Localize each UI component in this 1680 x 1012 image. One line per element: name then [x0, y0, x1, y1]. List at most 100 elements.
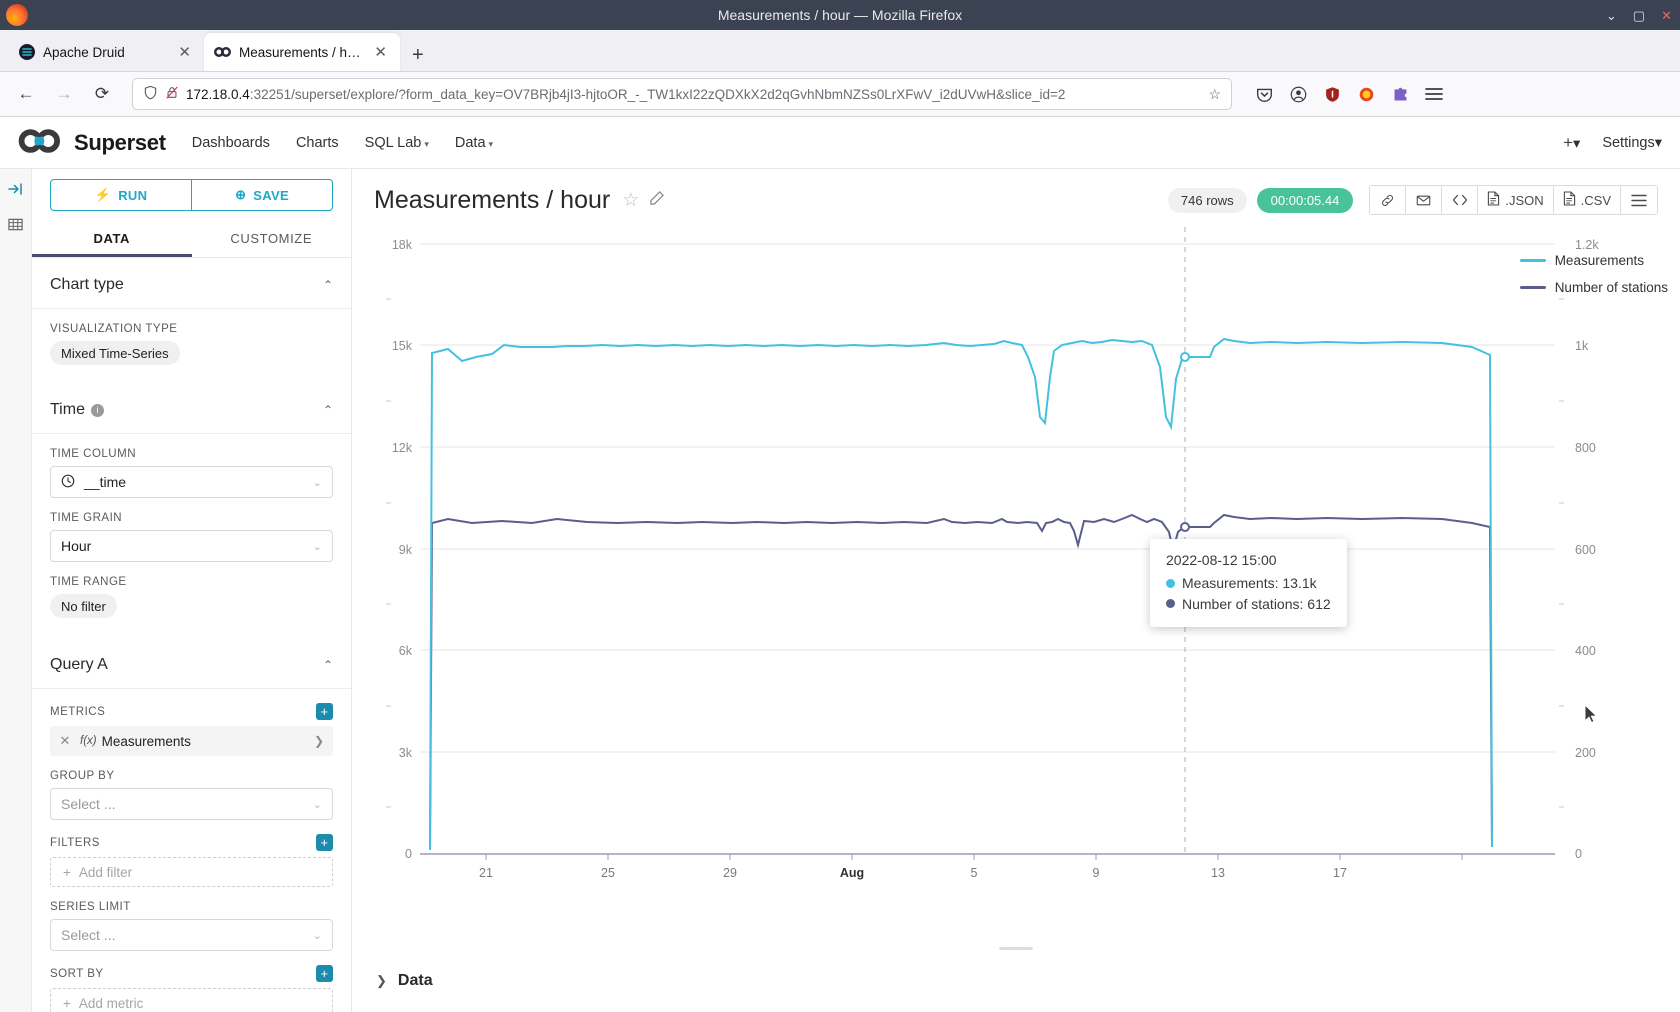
tab-close-icon[interactable]: ✕ — [371, 43, 390, 61]
time-grain-value: Hour — [61, 538, 91, 554]
group-by-select[interactable]: Select ... ⌄ — [50, 788, 333, 820]
tooltip-text-measurements: Measurements: 13.1k — [1182, 573, 1317, 593]
nav-item-dashboards[interactable]: Dashboards — [192, 135, 270, 151]
hover-point-measurements — [1181, 353, 1189, 361]
section-query-a-title: Query A — [50, 656, 108, 674]
browser-tab-label: Measurements / hour — [239, 45, 363, 60]
ublock-extension-icon[interactable] — [1320, 82, 1344, 106]
more-menu-icon[interactable] — [1621, 186, 1657, 214]
panel-tabs: DATA CUSTOMIZE — [32, 221, 351, 258]
svg-text:18k: 18k — [392, 238, 413, 252]
resize-handle[interactable] — [999, 947, 1033, 950]
mouse-cursor-icon — [1584, 704, 1598, 724]
new-tab-button[interactable]: + — [400, 45, 436, 71]
section-chart-type[interactable]: Chart type ⌃ — [32, 258, 351, 309]
save-button[interactable]: ⊕ SAVE — [191, 179, 333, 211]
envelope-icon[interactable] — [1406, 186, 1442, 214]
metrics-label-text: METRICS — [50, 706, 105, 718]
metric-chip-label: Measurements — [102, 734, 191, 749]
hamburger-menu-icon[interactable] — [1422, 82, 1446, 106]
link-icon[interactable] — [1370, 186, 1406, 214]
metric-chip-measurements[interactable]: ✕ f(x) Measurements ❯ — [50, 726, 333, 756]
browser-tab-0[interactable]: Apache Druid ✕ — [8, 33, 204, 71]
data-panel-toggle[interactable]: ❯ Data — [352, 972, 1680, 1012]
nav-item-charts[interactable]: Charts — [296, 135, 339, 151]
section-time[interactable]: Time i ⌃ — [32, 383, 351, 434]
add-filter-label: Add filter — [79, 865, 132, 880]
time-range-value[interactable]: No filter — [50, 594, 117, 618]
tab-data[interactable]: DATA — [32, 221, 192, 257]
dataset-panel-icon[interactable] — [8, 217, 23, 236]
browser-tab-1[interactable]: Measurements / hour ✕ — [204, 33, 400, 71]
puzzle-extension-icon[interactable] — [1388, 82, 1412, 106]
tab-close-icon[interactable]: ✕ — [175, 43, 194, 61]
svg-text:29: 29 — [723, 866, 737, 880]
add-filter-dropzone[interactable]: + Add filter — [50, 857, 333, 887]
svg-text:400: 400 — [1575, 644, 1596, 658]
chevron-right-icon[interactable]: ❯ — [305, 734, 333, 748]
series-limit-placeholder: Select ... — [61, 927, 115, 943]
add-sort-metric-dropzone[interactable]: + Add metric — [50, 988, 333, 1012]
add-filter-icon[interactable]: + — [316, 834, 333, 851]
time-grain-select[interactable]: Hour ⌄ — [50, 530, 333, 562]
back-button[interactable]: ← — [10, 78, 42, 110]
svg-text:0: 0 — [1575, 847, 1582, 861]
download-csv-button[interactable]: .CSV — [1554, 186, 1621, 214]
svg-text:6k: 6k — [399, 644, 413, 658]
url-text: 172.18.0.4:32251/superset/explore/?form_… — [186, 87, 1065, 102]
section-query-a[interactable]: Query A ⌃ — [32, 638, 351, 689]
reload-button[interactable]: ⟳ — [86, 78, 118, 110]
minimize-icon[interactable]: ⌄ — [1606, 9, 1617, 22]
settings-menu[interactable]: Settings▾ — [1602, 135, 1662, 151]
legend-item-number-of-stations[interactable]: Number of stations — [1520, 280, 1668, 295]
download-json-button[interactable]: .JSON — [1478, 186, 1553, 214]
info-icon[interactable]: i — [91, 404, 104, 417]
field-time-column: TIME COLUMN __time ⌄ TIME GRAIN Hour ⌄ T… — [32, 448, 351, 618]
save-to-pocket-icon[interactable] — [1252, 82, 1276, 106]
panel-actions: ⚡ RUN ⊕ SAVE — [32, 169, 351, 211]
visualization-type-value[interactable]: Mixed Time-Series — [50, 341, 180, 365]
nav-item-data[interactable]: Data▾ — [455, 135, 493, 151]
chart-legend[interactable]: Measurements Number of stations — [1520, 253, 1668, 307]
legend-item-measurements[interactable]: Measurements — [1520, 253, 1668, 268]
svg-text:25: 25 — [601, 866, 615, 880]
close-icon[interactable]: ✕ — [1661, 9, 1672, 22]
window-controls[interactable]: ⌄ ▢ ✕ — [1606, 0, 1672, 30]
time-column-select[interactable]: __time ⌄ — [50, 466, 333, 498]
series-limit-select[interactable]: Select ... ⌄ — [50, 919, 333, 951]
data-panel-label: Data — [398, 972, 433, 990]
superset-logo[interactable]: Superset — [18, 128, 166, 157]
svg-text:Aug: Aug — [840, 866, 864, 880]
chart-plot[interactable]: 18k 15k 12k 9k 6k 3k 0 1.2k 1k 800 600 — [352, 227, 1680, 887]
color-extension-icon[interactable] — [1354, 82, 1378, 106]
run-button[interactable]: ⚡ RUN — [50, 179, 191, 211]
nav-item-sql-lab[interactable]: SQL Lab▾ — [365, 135, 429, 151]
timeseries-svg[interactable]: 18k 15k 12k 9k 6k 3k 0 1.2k 1k 800 600 — [352, 227, 1642, 887]
add-metric-icon[interactable]: + — [316, 703, 333, 720]
account-icon[interactable] — [1286, 82, 1310, 106]
plus-icon: + — [63, 865, 71, 880]
bookmark-star-icon[interactable]: ☆ — [1208, 86, 1221, 103]
favorite-star-icon[interactable]: ☆ — [622, 189, 639, 212]
tooltip-text-stations: Number of stations: 612 — [1182, 594, 1331, 614]
svg-text:800: 800 — [1575, 441, 1596, 455]
tab-customize[interactable]: CUSTOMIZE — [192, 221, 352, 257]
maximize-icon[interactable]: ▢ — [1633, 9, 1645, 22]
add-sort-metric-icon[interactable]: + — [316, 965, 333, 982]
edit-properties-icon[interactable] — [649, 189, 666, 211]
svg-text:21: 21 — [479, 866, 493, 880]
add-new-button[interactable]: +▾ — [1563, 133, 1580, 153]
url-bar[interactable]: 172.18.0.4:32251/superset/explore/?form_… — [132, 78, 1232, 110]
superset-icon — [214, 44, 231, 61]
file-icon — [1563, 191, 1576, 209]
chevron-down-icon: ▾ — [1573, 136, 1580, 152]
collapse-panel-icon[interactable] — [8, 181, 24, 201]
chevron-down-icon: ⌄ — [313, 540, 322, 553]
download-csv-label: .CSV — [1581, 193, 1611, 208]
code-icon[interactable] — [1442, 186, 1478, 214]
group-by-placeholder: Select ... — [61, 796, 115, 812]
left-rail — [0, 169, 32, 1012]
browser-tab-label: Apache Druid — [43, 45, 167, 60]
window-title: Measurements / hour — Mozilla Firefox — [718, 7, 962, 23]
remove-metric-icon[interactable]: ✕ — [50, 733, 80, 749]
